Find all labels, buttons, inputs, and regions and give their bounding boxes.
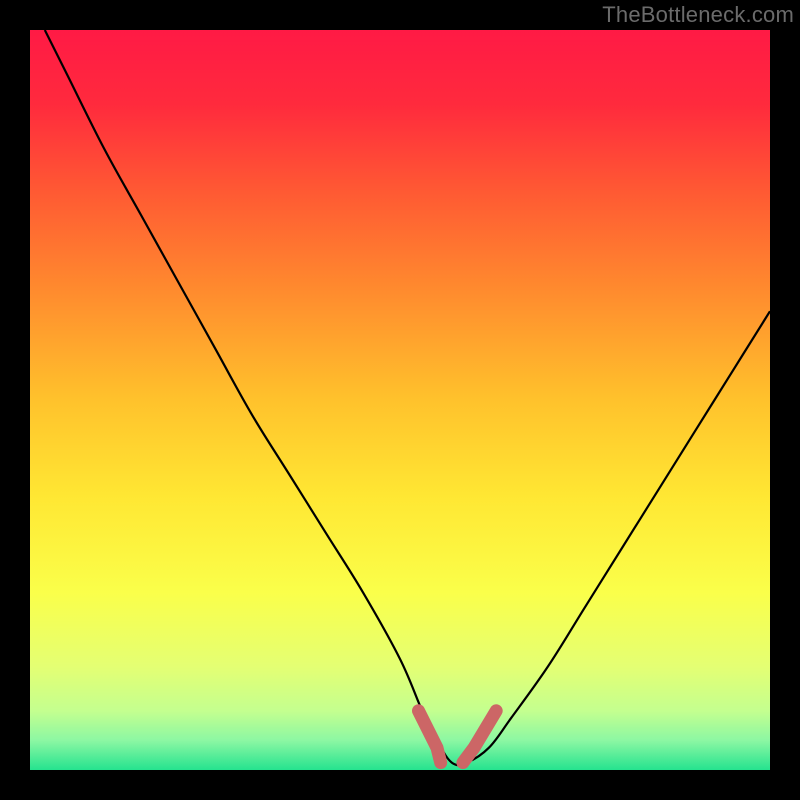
bottleneck-plot-svg — [30, 30, 770, 770]
chart-frame: TheBottleneck.com — [0, 0, 800, 800]
watermark-text: TheBottleneck.com — [602, 2, 794, 28]
plot-area — [30, 30, 770, 770]
